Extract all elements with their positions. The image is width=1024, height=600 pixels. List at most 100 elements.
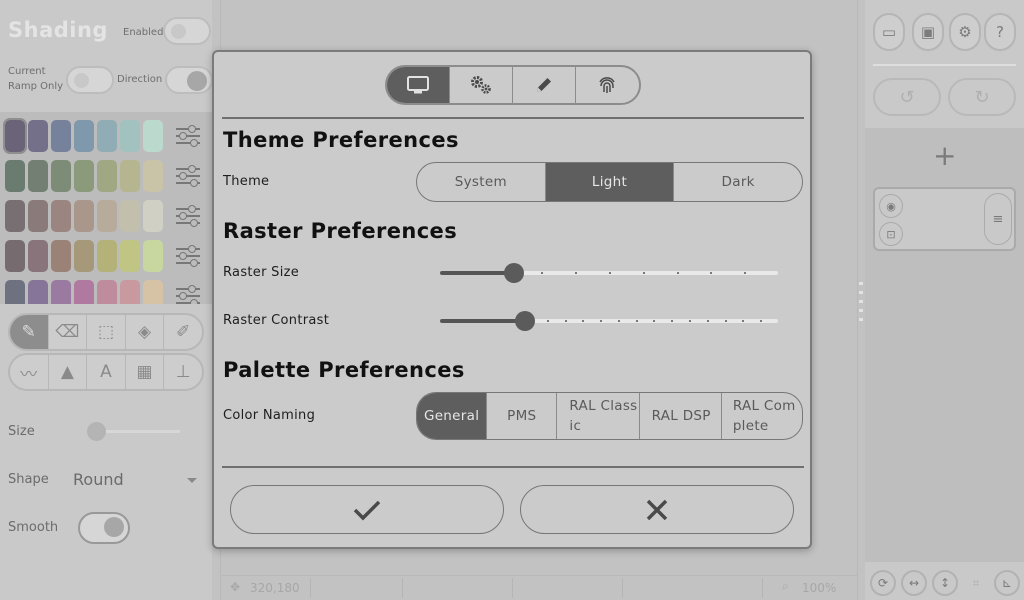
theme-option-dark[interactable]: Dark xyxy=(674,163,802,201)
color-swatch[interactable] xyxy=(143,200,163,232)
ramp-settings-icon[interactable] xyxy=(176,163,200,189)
open-folder-icon[interactable]: ▭ xyxy=(873,13,905,51)
color-swatch[interactable] xyxy=(143,240,163,272)
current-ramp-toggle[interactable] xyxy=(66,66,114,94)
ramp-settings-icon[interactable] xyxy=(176,243,200,269)
color-swatch[interactable] xyxy=(28,120,48,152)
eraser-tool-icon[interactable]: ⌫ xyxy=(49,315,88,349)
ramp-settings-icon[interactable] xyxy=(176,203,200,229)
layer-menu-icon[interactable]: ≡ xyxy=(984,193,1012,245)
theme-option-system[interactable]: System xyxy=(417,163,546,201)
confirm-button[interactable] xyxy=(230,485,504,534)
color-swatch[interactable] xyxy=(5,200,25,232)
raster-contrast-slider[interactable] xyxy=(440,311,778,331)
color-swatch[interactable] xyxy=(51,240,71,272)
color-swatch[interactable] xyxy=(5,240,25,272)
eye-icon[interactable]: ◉ xyxy=(879,194,903,218)
pencil-tool-icon[interactable]: ✎ xyxy=(10,315,49,349)
help-icon[interactable]: ? xyxy=(984,13,1016,51)
smooth-toggle[interactable] xyxy=(78,512,130,544)
chevron-down-icon[interactable] xyxy=(187,478,197,483)
color-swatch[interactable] xyxy=(74,120,94,152)
color-swatch[interactable] xyxy=(74,280,94,304)
enabled-toggle[interactable] xyxy=(163,17,211,45)
flip-horizontal-icon[interactable]: ↔ xyxy=(901,570,927,596)
selection-tool-icon[interactable]: ⬚ xyxy=(87,315,126,349)
raster-contrast-thumb[interactable] xyxy=(514,311,535,331)
tab-privacy[interactable] xyxy=(576,67,639,103)
zoom-level[interactable]: 100% xyxy=(802,581,836,595)
redo-icon[interactable]: ↻ xyxy=(948,78,1016,116)
save-icon[interactable]: ▣ xyxy=(912,13,944,51)
color-swatch[interactable] xyxy=(97,280,117,304)
color-swatch[interactable] xyxy=(120,120,140,152)
color-swatch[interactable] xyxy=(74,200,94,232)
color-swatch[interactable] xyxy=(97,120,117,152)
undo-icon[interactable]: ↺ xyxy=(873,78,941,116)
slider-tick xyxy=(742,320,745,322)
color-swatch[interactable] xyxy=(120,160,140,192)
tab-display[interactable] xyxy=(387,67,450,103)
naming-option-general[interactable]: General xyxy=(417,393,488,439)
panel-resize-handle[interactable] xyxy=(859,282,863,322)
add-layer-icon[interactable]: + xyxy=(933,142,956,170)
status-divider xyxy=(512,578,513,598)
color-swatch[interactable] xyxy=(97,160,117,192)
stamp-tool-icon[interactable]: ⊥ xyxy=(164,355,202,389)
size-slider-track[interactable] xyxy=(96,430,180,433)
panel-divider xyxy=(873,64,1016,66)
settings-gear-icon[interactable]: ⚙ xyxy=(949,13,981,51)
color-swatch[interactable] xyxy=(120,280,140,304)
color-swatch[interactable] xyxy=(51,120,71,152)
size-slider-thumb[interactable] xyxy=(87,422,106,441)
color-swatch[interactable] xyxy=(28,160,48,192)
tab-drawing[interactable] xyxy=(513,67,576,103)
naming-option-pms[interactable]: PMS xyxy=(487,393,558,439)
ramp-settings-icon[interactable] xyxy=(176,123,200,149)
crop-icon[interactable]: ⌗ xyxy=(963,570,989,596)
color-swatch[interactable] xyxy=(74,240,94,272)
color-swatch[interactable] xyxy=(28,200,48,232)
slider-tick xyxy=(600,320,603,322)
color-swatch[interactable] xyxy=(3,118,27,154)
resize-canvas-icon[interactable]: ⊾ xyxy=(994,570,1020,596)
naming-option-ral-complete[interactable]: RAL Complete xyxy=(722,393,802,439)
shading-tool-icon[interactable]: 〰 xyxy=(10,355,49,389)
color-swatch[interactable] xyxy=(74,160,94,192)
theme-option-light[interactable]: Light xyxy=(545,163,675,201)
layer-item[interactable]: ◉ ⊡ ≡ xyxy=(873,187,1016,251)
zoom-icon[interactable]: ⌕ xyxy=(782,579,789,594)
palette-row xyxy=(5,280,163,304)
tab-general-settings[interactable] xyxy=(450,67,513,103)
raster-size-thumb[interactable] xyxy=(504,263,525,283)
color-swatch[interactable] xyxy=(143,280,163,304)
shape-select-value[interactable]: Round xyxy=(73,470,124,489)
color-swatch[interactable] xyxy=(5,160,25,192)
ramp-settings-icon[interactable] xyxy=(176,283,200,304)
color-swatch[interactable] xyxy=(51,200,71,232)
fill-bucket-tool-icon[interactable]: ◈ xyxy=(126,315,165,349)
color-swatch[interactable] xyxy=(120,240,140,272)
unlock-icon[interactable]: ⊡ xyxy=(879,222,903,246)
color-swatch[interactable] xyxy=(28,240,48,272)
color-swatch[interactable] xyxy=(143,160,163,192)
flip-vertical-icon[interactable]: ↕ xyxy=(932,570,958,596)
naming-option-ral-dsp[interactable]: RAL DSP xyxy=(640,393,722,439)
color-swatch[interactable] xyxy=(97,240,117,272)
color-swatch[interactable] xyxy=(97,200,117,232)
color-swatch[interactable] xyxy=(120,200,140,232)
color-swatch[interactable] xyxy=(51,280,71,304)
color-swatch[interactable] xyxy=(5,280,25,304)
text-tool-icon[interactable]: A xyxy=(87,355,126,389)
spray-tool-icon[interactable]: ▦ xyxy=(126,355,165,389)
raster-size-slider[interactable] xyxy=(440,263,778,283)
cancel-button[interactable] xyxy=(520,485,794,534)
naming-option-ral-classic[interactable]: RAL Classic xyxy=(557,393,640,439)
color-swatch[interactable] xyxy=(28,280,48,304)
eyedropper-tool-icon[interactable]: ✐ xyxy=(164,315,202,349)
color-swatch[interactable] xyxy=(143,120,163,152)
rotate-icon[interactable]: ⟳ xyxy=(870,570,896,596)
direction-toggle[interactable] xyxy=(165,66,213,94)
color-swatch[interactable] xyxy=(51,160,71,192)
shapes-tool-icon[interactable]: ▲ xyxy=(49,355,88,389)
